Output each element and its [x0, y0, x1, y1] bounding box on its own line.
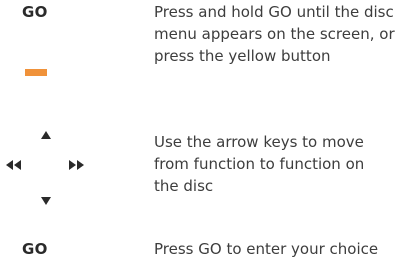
- go-key-label: GO: [22, 3, 48, 21]
- yellow-button-icon: [25, 69, 47, 76]
- arrow-down-icon: [41, 197, 51, 205]
- instruction-text-1: Press and hold GO until the disc menu ap…: [154, 1, 404, 67]
- arrow-up-icon: [41, 131, 51, 139]
- instruction-line: Press and hold GO until the disc: [154, 3, 394, 21]
- instruction-text-2: Use the arrow keys to move from function…: [154, 131, 404, 197]
- instruction-text-3: Press GO to enter your choice: [154, 238, 404, 260]
- instruction-line: menu appears on the screen, or: [154, 25, 395, 43]
- fast-forward-icon: [69, 160, 84, 170]
- instruction-line: Press GO to enter your choice: [154, 240, 379, 258]
- instruction-line: from function to function on: [154, 155, 365, 173]
- fast-rewind-icon: [6, 160, 21, 170]
- go-key-label: GO: [22, 240, 48, 258]
- instruction-line: Use the arrow keys to move: [154, 133, 364, 151]
- instruction-line: press the yellow button: [154, 47, 331, 65]
- instruction-line: the disc: [154, 177, 214, 195]
